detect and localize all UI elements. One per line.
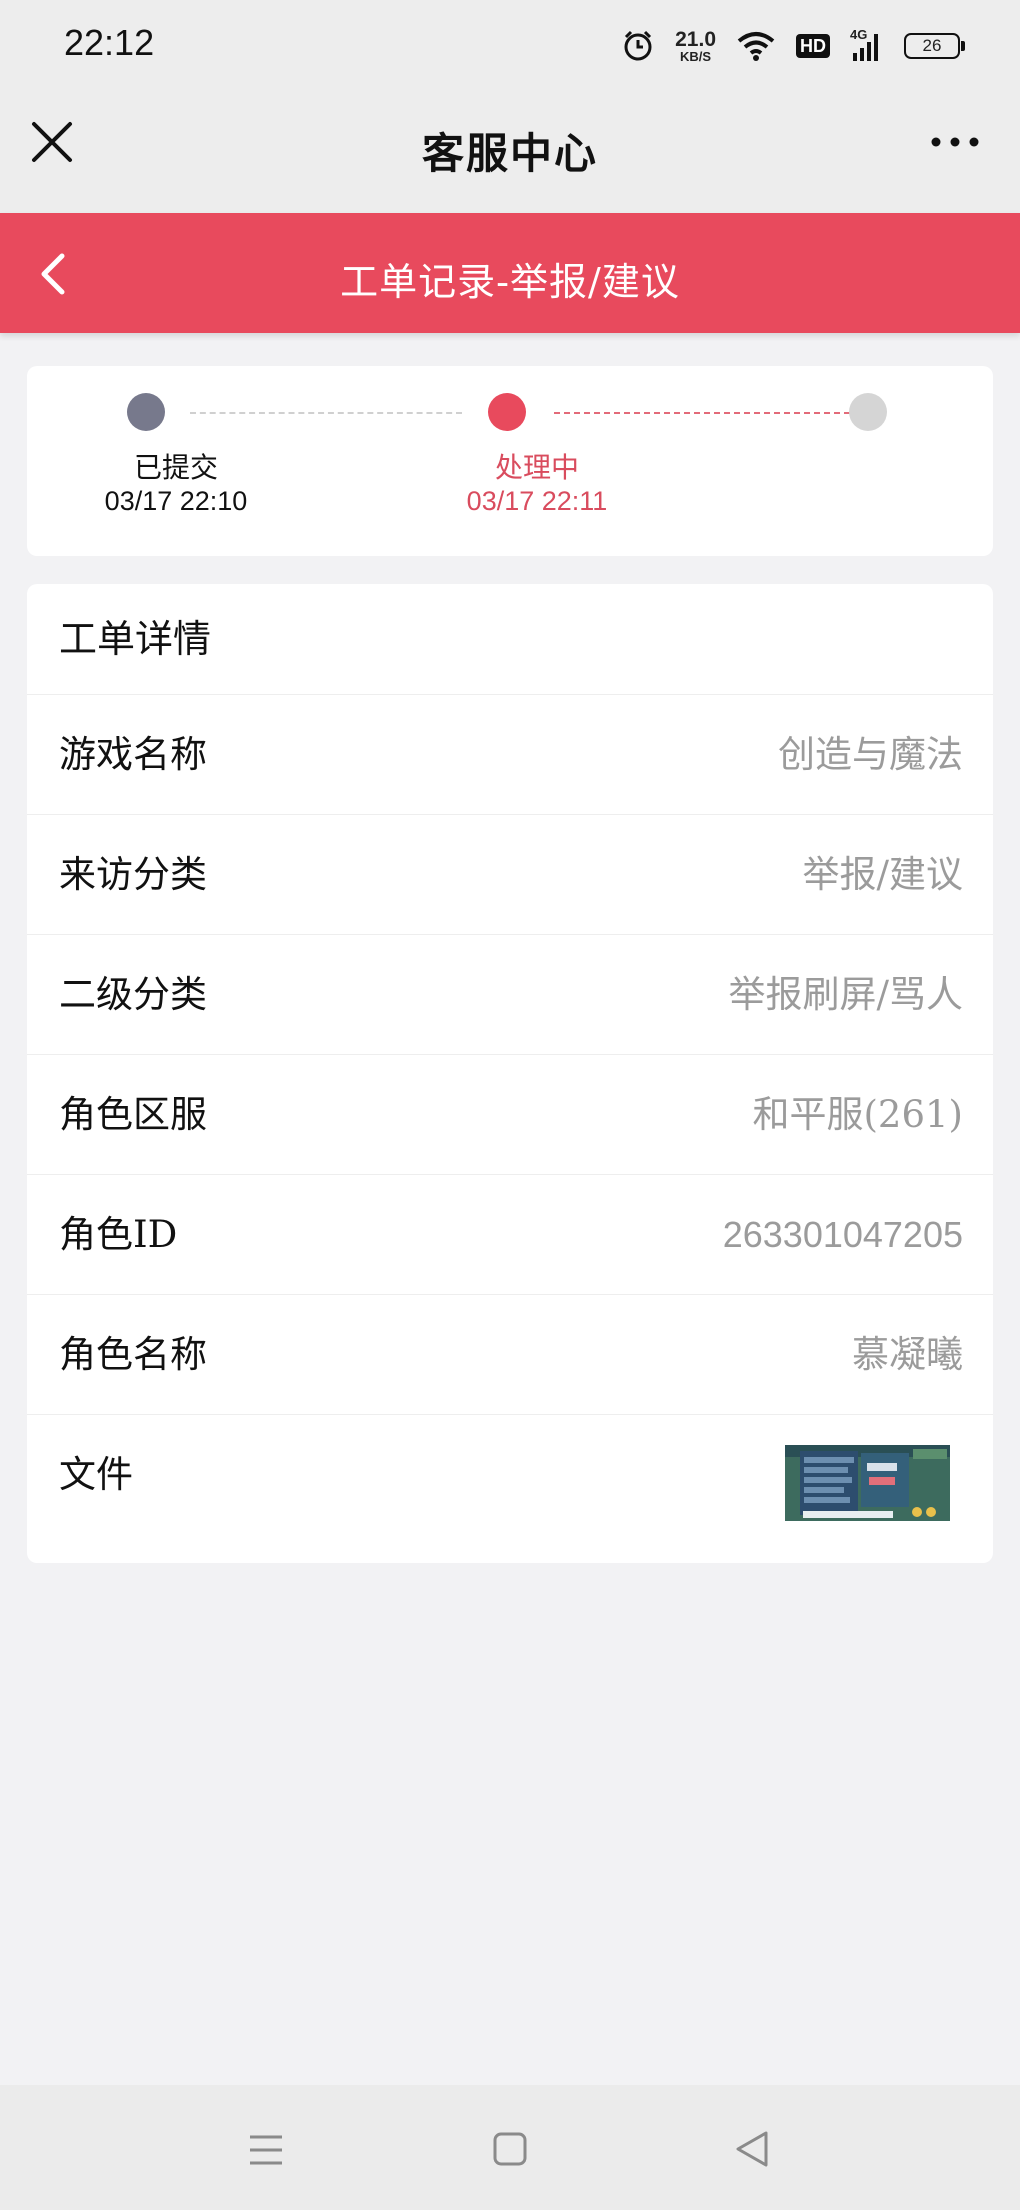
- ticket-header-title: 工单记录-举报/建议: [340, 260, 680, 304]
- row-value: 创造与魔法: [778, 733, 963, 776]
- net-speed-value: 21.0: [675, 28, 716, 51]
- ticket-detail-card: 工单详情 游戏名称 创造与魔法 来访分类 举报/建议 二级分类 举报刷屏/骂人 …: [27, 584, 993, 1563]
- detail-row-role-id: 角色ID 263301047205: [27, 1175, 993, 1295]
- row-label: 角色名称: [59, 1333, 207, 1376]
- row-label: 角色ID: [59, 1213, 178, 1256]
- step-label-submitted: 已提交: [133, 451, 218, 484]
- battery-level: 26: [922, 36, 942, 55]
- detail-row-subcategory: 二级分类 举报刷屏/骂人: [27, 935, 993, 1055]
- detail-row-role-name: 角色名称 慕凝曦: [27, 1295, 993, 1415]
- step-dot-submitted: [127, 393, 165, 431]
- status-icons: 21.0 KB/S HD 4G 26: [621, 24, 965, 68]
- row-label: 文件: [59, 1453, 133, 1496]
- back-triangle-icon[interactable]: [734, 2129, 770, 2169]
- row-value: 263301047205: [722, 1214, 963, 1255]
- row-label: 角色区服: [59, 1093, 207, 1136]
- status-time: 22:12: [64, 22, 155, 63]
- signal-icon: 4G: [850, 27, 884, 63]
- net-speed-unit: KB/S: [680, 49, 712, 64]
- hd-badge: HD: [796, 34, 830, 58]
- top-nav: 客服中心: [0, 90, 1020, 214]
- row-label: 二级分类: [59, 973, 207, 1016]
- step-dot-pending: [849, 393, 887, 431]
- row-value: 举报刷屏/骂人: [728, 973, 963, 1016]
- battery-icon: 26: [904, 33, 965, 59]
- status-bar: 22:12 21.0 KB/S HD 4G 26: [0, 0, 1020, 90]
- more-icon[interactable]: [930, 130, 980, 154]
- row-value: 慕凝曦: [852, 1333, 963, 1376]
- step-connector: [554, 412, 850, 414]
- menu-lines-icon[interactable]: [248, 2133, 284, 2167]
- row-value: 举报/建议: [802, 853, 963, 896]
- detail-row-category: 来访分类 举报/建议: [27, 815, 993, 935]
- page-title: 客服中心: [421, 129, 598, 178]
- row-label: 来访分类: [59, 853, 207, 896]
- file-thumbnail[interactable]: [785, 1445, 950, 1521]
- row-label: 游戏名称: [59, 733, 207, 776]
- alarm-icon: [624, 30, 652, 61]
- progress-card: 已提交 03/17 22:10 处理中 03/17 22:11: [27, 366, 993, 556]
- row-value: 和平服(261): [752, 1093, 964, 1136]
- detail-row-server: 角色区服 和平服(261): [27, 1055, 993, 1175]
- ticket-header: 工单记录-举报/建议: [0, 213, 1020, 333]
- step-label-processing: 处理中: [494, 451, 579, 484]
- detail-row-game-name: 游戏名称 创造与魔法: [27, 695, 993, 815]
- home-square-icon[interactable]: [492, 2131, 528, 2167]
- step-connector: [190, 412, 462, 414]
- step-time-submitted: 03/17 22:10: [104, 486, 248, 516]
- step-dot-processing: [488, 393, 526, 431]
- net-speed: 21.0 KB/S: [675, 29, 716, 63]
- detail-title: 工单详情: [27, 584, 993, 695]
- step-time-processing: 03/17 22:11: [466, 486, 608, 516]
- wifi-icon: [737, 32, 775, 61]
- system-nav-bar: [0, 2085, 1020, 2210]
- detail-row-file: 文件: [27, 1415, 993, 1555]
